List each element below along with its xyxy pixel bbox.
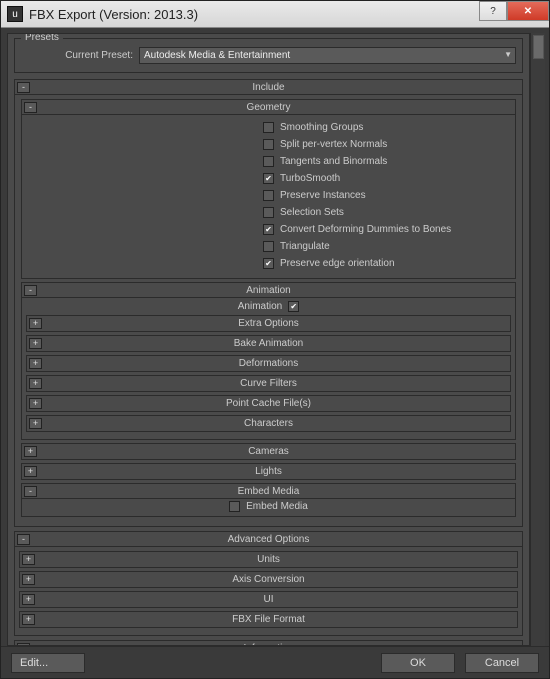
ok-button[interactable]: OK (381, 653, 455, 673)
characters-title: Characters (27, 418, 510, 429)
deformations-toggle[interactable]: + (29, 358, 42, 369)
extra-options-toggle[interactable]: + (29, 318, 42, 329)
preserve-instances-label: Preserve Instances (280, 190, 366, 201)
scrollbar-thumb[interactable] (533, 35, 544, 59)
animation-panel: - Animation Animation +Extra Options +Ba… (21, 282, 516, 440)
embed-media-label: Embed Media (246, 501, 308, 512)
advanced-options-toggle[interactable]: - (17, 534, 30, 545)
current-preset-label: Current Preset: (21, 50, 133, 61)
geometry-title: Geometry (22, 102, 515, 113)
split-normals-checkbox[interactable] (263, 139, 274, 150)
point-cache-title: Point Cache File(s) (27, 398, 510, 409)
fbx-file-format-toggle[interactable]: + (22, 614, 35, 625)
point-cache-toggle[interactable]: + (29, 398, 42, 409)
embed-media-panel: - Embed Media Embed Media (21, 483, 516, 517)
lights-toggle[interactable]: + (24, 466, 37, 477)
embed-media-toggle[interactable]: - (24, 486, 37, 497)
axis-conversion-title: Axis Conversion (20, 574, 517, 585)
split-normals-label: Split per-vertex Normals (280, 139, 387, 150)
presets-legend: Presets (21, 33, 63, 43)
turbosmooth-checkbox[interactable] (263, 173, 274, 184)
extra-options-title: Extra Options (27, 318, 510, 329)
include-toggle[interactable]: - (17, 82, 30, 93)
bottom-bar: Edit... OK Cancel (1, 646, 549, 678)
app-icon: u (7, 6, 23, 22)
characters-toggle[interactable]: + (29, 418, 42, 429)
fbx-file-format-title: FBX File Format (20, 614, 517, 625)
deformations-title: Deformations (27, 358, 510, 369)
animation-checkbox-label: Animation (238, 301, 282, 312)
scrollbar[interactable] (530, 33, 545, 646)
current-preset-dropdown[interactable]: Autodesk Media & Entertainment (139, 47, 516, 64)
animation-toggle[interactable]: - (24, 285, 37, 296)
advanced-options-panel: - Advanced Options +Units +Axis Conversi… (14, 531, 523, 636)
fbx-export-dialog: u FBX Export (Version: 2013.3) ? ✕ Prese… (0, 0, 550, 679)
cancel-button[interactable]: Cancel (465, 653, 539, 673)
units-toggle[interactable]: + (22, 554, 35, 565)
titlebar[interactable]: u FBX Export (Version: 2013.3) ? ✕ (1, 1, 549, 28)
convert-dummies-label: Convert Deforming Dummies to Bones (280, 224, 451, 235)
turbosmooth-label: TurboSmooth (280, 173, 340, 184)
geometry-panel: - Geometry Smoothing Groups Split per-ve… (21, 99, 516, 279)
selection-sets-label: Selection Sets (280, 207, 344, 218)
help-button[interactable]: ? (479, 1, 507, 21)
current-preset-value: Autodesk Media & Entertainment (144, 50, 290, 61)
preserve-instances-checkbox[interactable] (263, 190, 274, 201)
window-title: FBX Export (Version: 2013.3) (29, 7, 198, 22)
presets-group: Presets Current Preset: Autodesk Media &… (14, 38, 523, 73)
preserve-edge-label: Preserve edge orientation (280, 258, 395, 269)
curve-filters-title: Curve Filters (27, 378, 510, 389)
axis-conversion-toggle[interactable]: + (22, 574, 35, 585)
include-panel: - Include - Geometry Smoothing Groups (14, 79, 523, 527)
embed-media-title: Embed Media (22, 486, 515, 497)
advanced-options-title: Advanced Options (15, 534, 522, 545)
include-title: Include (15, 82, 522, 93)
lights-title: Lights (22, 466, 515, 477)
embed-media-checkbox[interactable] (229, 501, 240, 512)
cameras-toggle[interactable]: + (24, 446, 37, 457)
tangents-label: Tangents and Binormals (280, 156, 387, 167)
geometry-options: Smoothing Groups Split per-vertex Normal… (263, 119, 509, 272)
bake-animation-toggle[interactable]: + (29, 338, 42, 349)
animation-checkbox[interactable] (288, 301, 299, 312)
ui-title: UI (20, 594, 517, 605)
preserve-edge-checkbox[interactable] (263, 258, 274, 269)
smoothing-groups-checkbox[interactable] (263, 122, 274, 133)
dialog-body: Presets Current Preset: Autodesk Media &… (7, 33, 530, 646)
triangulate-checkbox[interactable] (263, 241, 274, 252)
animation-title: Animation (22, 285, 515, 296)
triangulate-label: Triangulate (280, 241, 330, 252)
convert-dummies-checkbox[interactable] (263, 224, 274, 235)
tangents-checkbox[interactable] (263, 156, 274, 167)
bake-animation-title: Bake Animation (27, 338, 510, 349)
curve-filters-toggle[interactable]: + (29, 378, 42, 389)
smoothing-groups-label: Smoothing Groups (280, 122, 363, 133)
ui-toggle[interactable]: + (22, 594, 35, 605)
edit-button[interactable]: Edit... (11, 653, 85, 673)
close-button[interactable]: ✕ (507, 1, 549, 21)
units-title: Units (20, 554, 517, 565)
cameras-title: Cameras (22, 446, 515, 457)
selection-sets-checkbox[interactable] (263, 207, 274, 218)
geometry-toggle[interactable]: - (24, 102, 37, 113)
